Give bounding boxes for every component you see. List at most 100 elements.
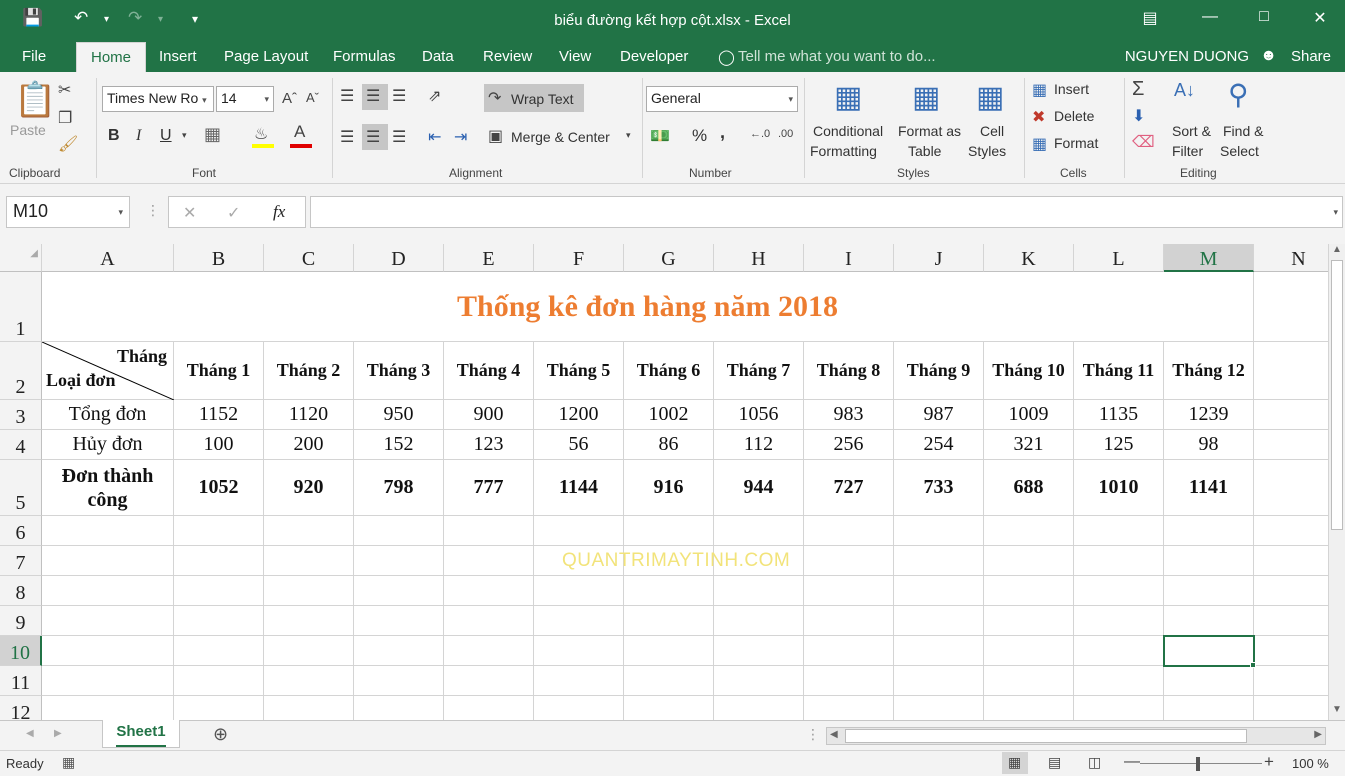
cell-f4[interactable]: 56 — [534, 430, 624, 460]
row-header-10[interactable]: 10 — [0, 636, 42, 666]
prev-sheet-icon[interactable]: ◀ — [26, 728, 34, 739]
cell-n9[interactable] — [1254, 606, 1328, 636]
cell-h12[interactable] — [714, 696, 804, 720]
increase-font-icon[interactable]: Aˆ — [282, 90, 297, 107]
column-header-h[interactable]: H — [714, 244, 804, 272]
cell-a7[interactable] — [42, 546, 174, 576]
cell-e3[interactable]: 900 — [444, 400, 534, 430]
cell-f11[interactable] — [534, 666, 624, 696]
cell-k7[interactable] — [984, 546, 1074, 576]
cell-c6[interactable] — [264, 516, 354, 546]
cell-j10[interactable] — [894, 636, 984, 666]
cell-j3[interactable]: 987 — [894, 400, 984, 430]
format-as-table-button[interactable]: Format as — [898, 123, 961, 139]
cell-b11[interactable] — [174, 666, 264, 696]
borders-icon[interactable]: ▦ — [204, 124, 221, 145]
cell-c12[interactable] — [264, 696, 354, 720]
tab-page-layout[interactable]: Page Layout — [224, 48, 308, 65]
cell-j11[interactable] — [894, 666, 984, 696]
decrease-decimal-icon[interactable]: .00 — [778, 128, 793, 140]
cell-m11[interactable] — [1164, 666, 1254, 696]
increase-decimal-icon[interactable]: ←.0 — [750, 128, 770, 140]
splitter-grip[interactable]: ⋮ — [806, 726, 820, 743]
cell-m8[interactable] — [1164, 576, 1254, 606]
column-header-c[interactable]: C — [264, 244, 354, 272]
row-header-12[interactable]: 12 — [0, 696, 42, 720]
cell-n5[interactable] — [1254, 460, 1328, 516]
column-header-a[interactable]: A — [42, 244, 174, 272]
sheet-title-cell[interactable]: Thống kê đơn hàng năm 2018 — [42, 272, 1254, 342]
tab-insert[interactable]: Insert — [159, 48, 197, 65]
cell-l11[interactable] — [1074, 666, 1164, 696]
cell-e5[interactable]: 777 — [444, 460, 534, 516]
cell-n12[interactable] — [1254, 696, 1328, 720]
cell-b7[interactable] — [174, 546, 264, 576]
cell-f5[interactable]: 1144 — [534, 460, 624, 516]
tab-formulas[interactable]: Formulas — [333, 48, 396, 65]
maximize-icon[interactable]: □ — [1244, 8, 1284, 26]
cell-j6[interactable] — [894, 516, 984, 546]
cell-a6[interactable] — [42, 516, 174, 546]
column-header-f[interactable]: F — [534, 244, 624, 272]
cell-m3[interactable]: 1239 — [1164, 400, 1254, 430]
cell-d9[interactable] — [354, 606, 444, 636]
cell-c3[interactable]: 1120 — [264, 400, 354, 430]
name-box[interactable]: M10 ▾ — [6, 196, 130, 228]
decrease-indent-icon[interactable]: ⇤ — [428, 127, 441, 147]
row-label-3[interactable]: Đơn thành công — [42, 460, 174, 516]
tell-me-box[interactable]: Tell me what you want to do... — [738, 48, 936, 65]
cell-b3[interactable]: 1152 — [174, 400, 264, 430]
cell-n7[interactable] — [1254, 546, 1328, 576]
cell-f8[interactable] — [534, 576, 624, 606]
cell-b4[interactable]: 100 — [174, 430, 264, 460]
row-label-2[interactable]: Hủy đơn — [42, 430, 174, 460]
cell-c10[interactable] — [264, 636, 354, 666]
percent-style-button[interactable]: % — [692, 126, 707, 146]
select-all-corner[interactable]: ◢ — [0, 244, 42, 272]
cell-f6[interactable] — [534, 516, 624, 546]
cell-h4[interactable]: 112 — [714, 430, 804, 460]
italic-button[interactable]: I — [136, 127, 141, 145]
accounting-format-icon[interactable]: 💵 — [650, 126, 670, 146]
cell-f10[interactable] — [534, 636, 624, 666]
row-header-11[interactable]: 11 — [0, 666, 42, 696]
delete-cells-button[interactable]: Delete — [1054, 108, 1094, 124]
cell-e8[interactable] — [444, 576, 534, 606]
underline-button[interactable]: U — [160, 127, 172, 145]
format-painter-icon[interactable]: 🖌 — [58, 134, 78, 154]
cell-g6[interactable] — [624, 516, 714, 546]
new-sheet-icon[interactable]: ⊕ — [213, 724, 228, 745]
horizontal-scrollbar[interactable]: ◀ ▶ — [826, 727, 1326, 745]
underline-dropdown-icon[interactable]: ▾ — [182, 130, 187, 141]
cell-i9[interactable] — [804, 606, 894, 636]
paste-icon[interactable]: 📋 — [14, 80, 56, 120]
cell-h3[interactable]: 1056 — [714, 400, 804, 430]
cell-e12[interactable] — [444, 696, 534, 720]
cell-j4[interactable]: 254 — [894, 430, 984, 460]
month-header-11[interactable]: Tháng 11 — [1074, 342, 1164, 400]
conditional-formatting-button[interactable]: Conditional — [813, 123, 883, 139]
cell-k11[interactable] — [984, 666, 1074, 696]
cell-n8[interactable] — [1254, 576, 1328, 606]
row-header-2[interactable]: 2 — [0, 342, 42, 400]
cell-c11[interactable] — [264, 666, 354, 696]
column-header-l[interactable]: L — [1074, 244, 1164, 272]
tab-data[interactable]: Data — [422, 48, 454, 65]
cell-b10[interactable] — [174, 636, 264, 666]
cell-d7[interactable] — [354, 546, 444, 576]
month-header-2[interactable]: Tháng 2 — [264, 342, 354, 400]
clear-icon[interactable]: ⌫ — [1132, 132, 1155, 152]
cell-k3[interactable]: 1009 — [984, 400, 1074, 430]
row-header-5[interactable]: 5 — [0, 460, 42, 516]
cell-d10[interactable] — [354, 636, 444, 666]
month-header-12[interactable]: Tháng 12 — [1164, 342, 1254, 400]
cell-n10[interactable] — [1254, 636, 1328, 666]
cell-n4[interactable] — [1254, 430, 1328, 460]
cell-d5[interactable]: 798 — [354, 460, 444, 516]
font-name-select[interactable]: Times New Ro ▾ — [102, 86, 214, 112]
cell-l5[interactable]: 1010 — [1074, 460, 1164, 516]
cell-g12[interactable] — [624, 696, 714, 720]
cell-g4[interactable]: 86 — [624, 430, 714, 460]
close-icon[interactable]: ✕ — [1300, 8, 1340, 28]
fill-icon[interactable]: ⬇ — [1132, 106, 1145, 126]
